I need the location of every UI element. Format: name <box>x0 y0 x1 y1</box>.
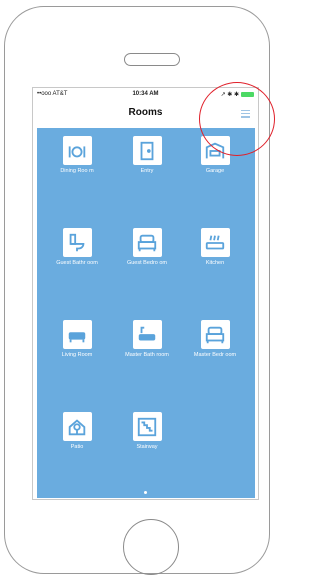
room-label: Dining Roo m <box>60 168 94 174</box>
room-label: Kitchen <box>205 260 225 266</box>
page-indicator-dot <box>144 491 147 494</box>
room-tile-guest-bedroom[interactable]: Guest Bedro om <box>117 228 177 292</box>
bed-icon <box>200 320 230 349</box>
toilet-icon <box>62 228 92 257</box>
room-tile-patio[interactable]: Patio <box>47 412 107 476</box>
room-label: Patio <box>70 444 84 450</box>
room-label: Living Room <box>61 352 93 358</box>
room-label: Guest Bedro om <box>126 260 168 266</box>
sofa-icon <box>62 320 92 349</box>
room-label: Entry <box>140 168 154 174</box>
room-tile-master-bathroom[interactable]: Master Bath room <box>117 320 177 384</box>
room-tile-entry[interactable]: Entry <box>117 136 177 200</box>
patio-icon <box>62 412 92 441</box>
bed-icon <box>132 228 162 257</box>
home-button[interactable] <box>123 519 179 575</box>
annotation-highlight-circle <box>199 82 275 156</box>
phone-speaker <box>124 53 180 66</box>
room-tile-dining[interactable]: Dining Roo m <box>47 136 107 200</box>
room-tile-living-room[interactable]: Living Room <box>47 320 107 384</box>
door-icon <box>132 136 162 165</box>
dining-icon <box>62 136 92 165</box>
room-grid: Dining Roo m Entry Garage Guest Bathr oo… <box>37 128 255 498</box>
room-tile-guest-bathroom[interactable]: Guest Bathr oom <box>47 228 107 292</box>
room-label: Stairway <box>136 444 158 450</box>
stairs-icon <box>132 412 162 441</box>
room-tile-master-bedroom[interactable]: Master Bedr oom <box>185 320 245 384</box>
stove-icon <box>200 228 230 257</box>
room-label: Guest Bathr oom <box>56 260 98 266</box>
room-tile-stairway[interactable]: Stairway <box>117 412 177 476</box>
bathtub-icon <box>132 320 162 349</box>
room-label: Master Bedr oom <box>193 352 237 358</box>
room-label: Master Bath room <box>125 352 169 358</box>
room-label: Garage <box>205 168 225 174</box>
room-tile-kitchen[interactable]: Kitchen <box>185 228 245 292</box>
